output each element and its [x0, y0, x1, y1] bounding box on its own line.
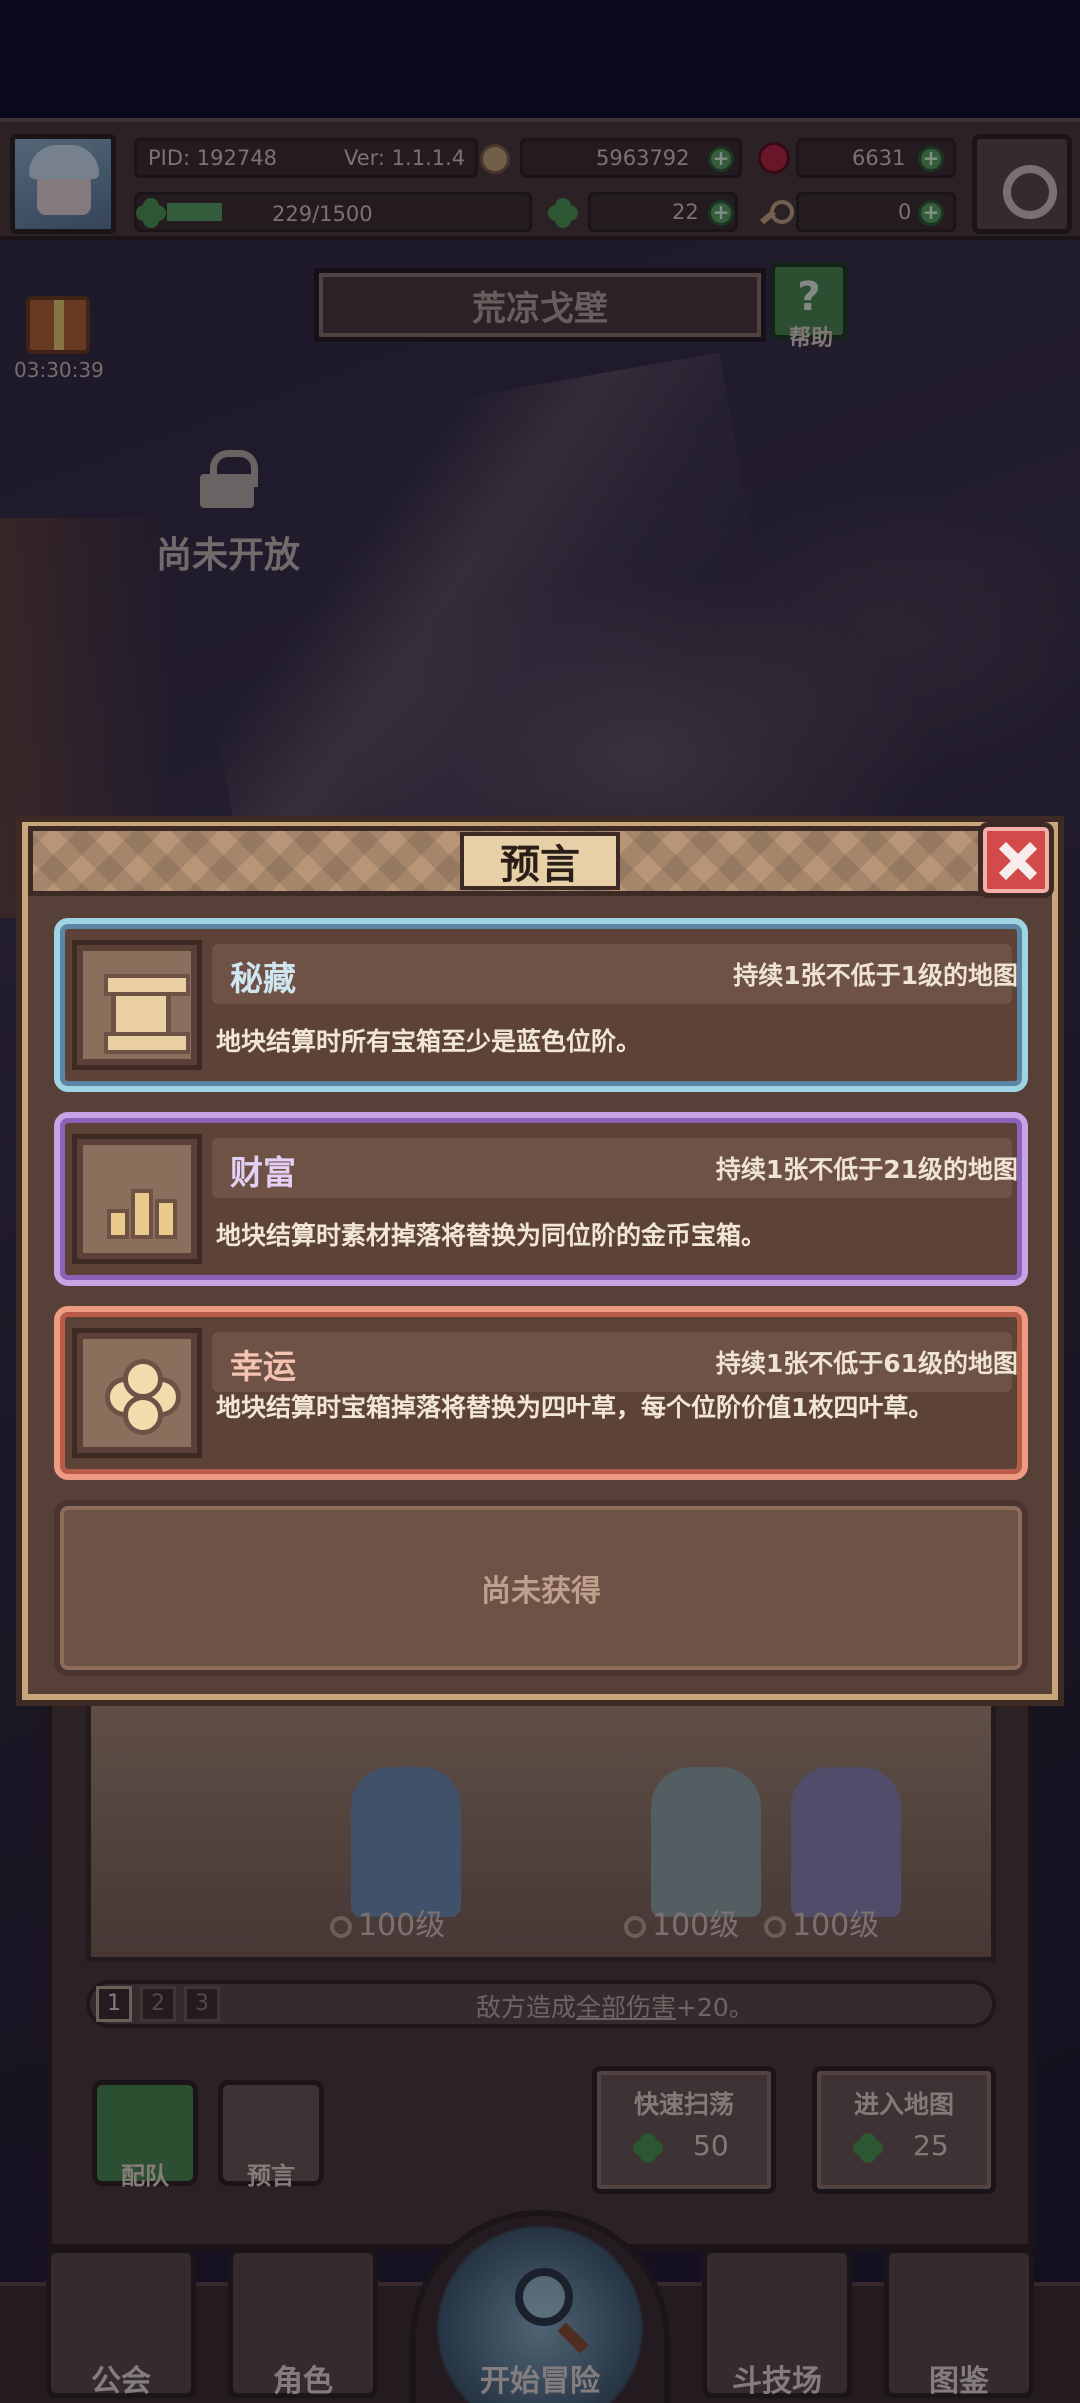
- scroll-icon: [72, 940, 202, 1070]
- card-description: 地块结算时所有宝箱至少是蓝色位阶。: [216, 1027, 642, 1056]
- card-name: 幸运: [230, 1347, 296, 1386]
- locked-prophecy-slot: 尚未获得: [54, 1500, 1028, 1676]
- card-condition: 持续1张不低于1级的地图: [733, 961, 1018, 990]
- card-condition: 持续1张不低于61级的地图: [715, 1349, 1018, 1378]
- card-name: 财富: [230, 1153, 296, 1192]
- card-description: 地块结算时宝箱掉落将替换为四叶草，每个位阶价值1枚四叶草。: [216, 1393, 934, 1422]
- close-icon[interactable]: [978, 822, 1054, 898]
- modal-title: 预言: [460, 832, 620, 890]
- card-condition: 持续1张不低于21级的地图: [715, 1155, 1018, 1184]
- coins-icon: [72, 1134, 202, 1264]
- card-description: 地块结算时素材掉落将替换为同位阶的金币宝箱。: [216, 1221, 767, 1250]
- clover-icon: [72, 1328, 202, 1458]
- card-name: 秘藏: [230, 959, 296, 998]
